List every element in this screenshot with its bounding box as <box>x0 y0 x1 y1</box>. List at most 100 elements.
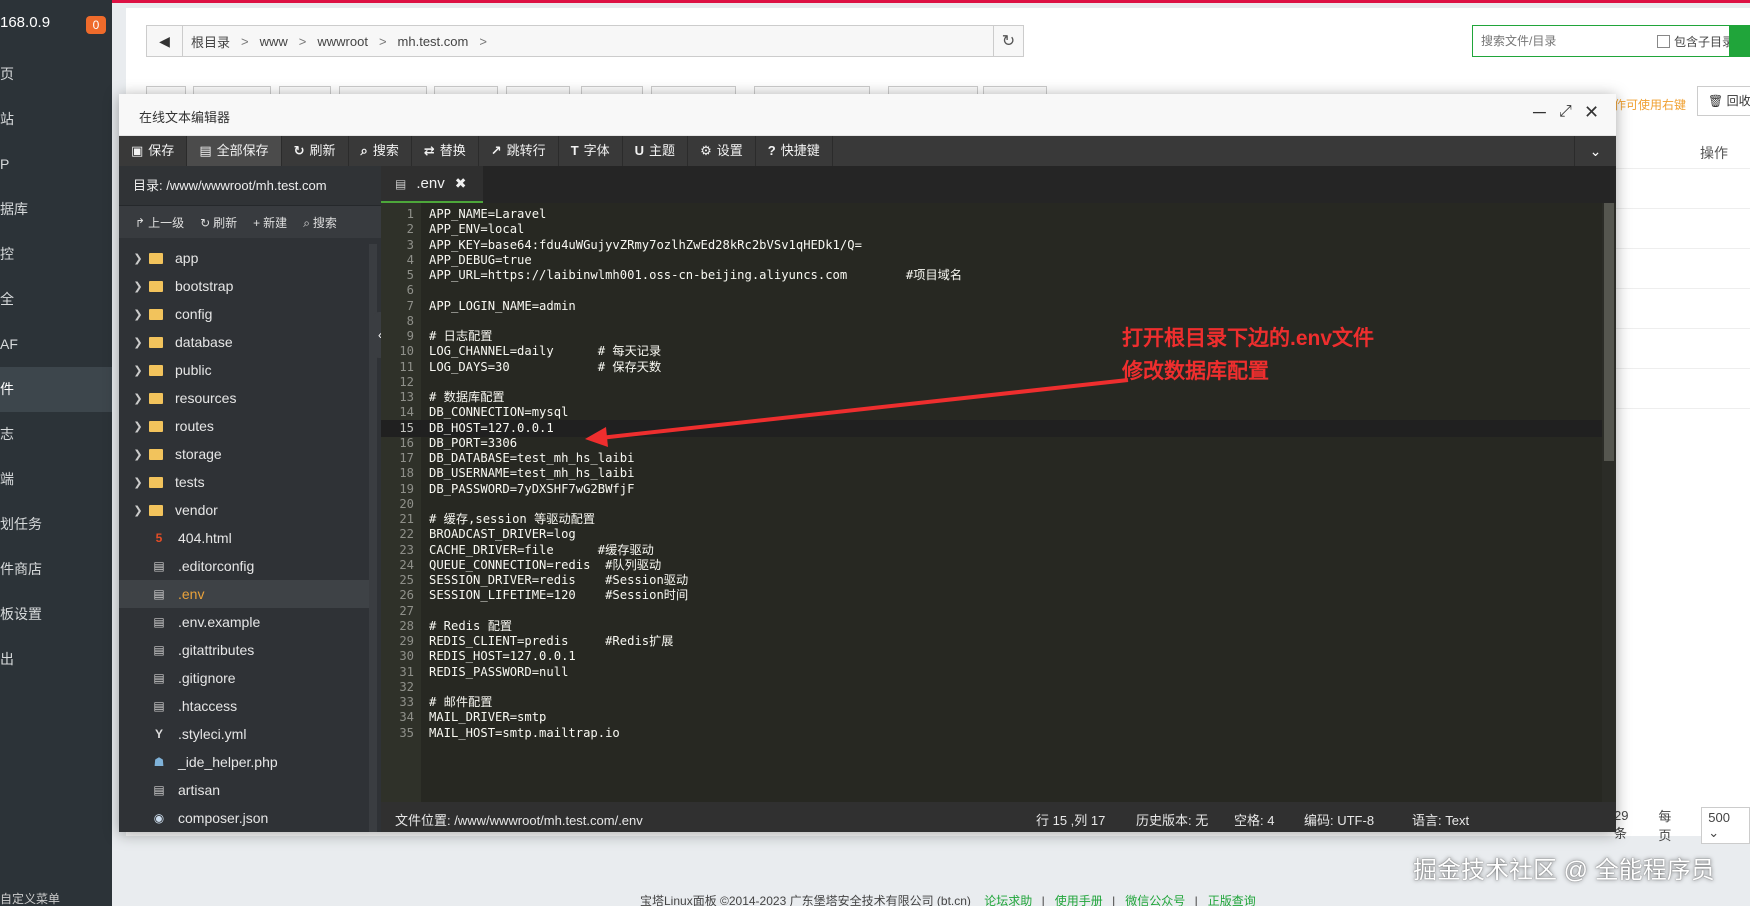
toolbar-settings-button[interactable]: ⚙ 设置 <box>688 136 756 166</box>
file-item[interactable]: ▤ .gitattributes <box>119 636 369 664</box>
folder-item[interactable]: ❯ tests <box>119 468 369 496</box>
folder-item[interactable]: ❯ storage <box>119 440 369 468</box>
close-icon[interactable]: ✕ <box>1584 102 1599 123</box>
sidebar-item[interactable]: 控 <box>0 232 112 277</box>
sidebar-item[interactable]: 全 <box>0 277 112 322</box>
chevron-right-icon[interactable]: ❯ <box>127 448 149 461</box>
chevron-right-icon[interactable]: ❯ <box>127 364 149 377</box>
code-line[interactable]: 35 MAIL_HOST=smtp.mailtrap.io <box>381 725 1616 742</box>
file-item[interactable]: ▤ .gitignore <box>119 664 369 692</box>
folder-item[interactable]: ❯ public <box>119 356 369 384</box>
sidebar-item[interactable]: 件商店 <box>0 547 112 592</box>
file-item[interactable]: ▤ .htaccess <box>119 692 369 720</box>
folder-item[interactable]: ❯ database <box>119 328 369 356</box>
chevron-right-icon[interactable]: ❯ <box>127 252 149 265</box>
toolbar-theme-button[interactable]: U 主题 <box>623 136 689 166</box>
folder-item[interactable]: ❯ config <box>119 300 369 328</box>
include-subdir-checkbox[interactable] <box>1657 34 1670 48</box>
document-icon: ▤ <box>153 643 165 657</box>
code-editor[interactable]: 1 APP_NAME=Laravel 2 APP_ENV=local 3 APP_KEY=… <box>381 203 1616 802</box>
chevron-down-icon[interactable]: ⌄ <box>1574 136 1616 166</box>
sidebar-item[interactable]: 件 <box>0 367 112 412</box>
dir-tool-new-button[interactable]: + 新建 <box>253 214 287 231</box>
folder-icon <box>149 476 163 488</box>
file-item[interactable]: 5 404.html <box>119 524 369 552</box>
sidebar-item[interactable]: 出 <box>0 637 112 682</box>
folder-item[interactable]: ❯ app <box>119 244 369 272</box>
recycle-bin-button[interactable]: 🗑 回收 <box>1697 86 1750 116</box>
language-setting[interactable]: 语言: Text <box>1412 810 1469 829</box>
chevron-right-icon[interactable]: ❯ <box>127 336 149 349</box>
back-button[interactable]: ◀ <box>147 26 183 56</box>
breadcrumb-item[interactable]: 根目录 <box>191 32 230 51</box>
file-item[interactable]: ☗ _ide_helper.php <box>119 748 369 776</box>
sidebar-item[interactable]: AF <box>0 322 112 367</box>
per-page-select[interactable]: 500 ⌄ <box>1701 806 1750 844</box>
file-item[interactable]: ▤ artisan <box>119 776 369 804</box>
cursor-position[interactable]: 行 15 ,列 17 <box>1036 810 1105 829</box>
toolbar-label: 设置 <box>716 143 743 158</box>
toolbar-goto-line-button[interactable]: ↗ 跳转行 <box>479 136 559 166</box>
chevron-right-icon[interactable]: ❯ <box>127 280 149 293</box>
notification-badge[interactable]: 0 <box>86 16 106 34</box>
refresh-path-button[interactable]: ↻ <box>993 26 1023 56</box>
chevron-right-icon[interactable]: ❯ <box>127 420 149 433</box>
editor-scrollbar[interactable] <box>1602 203 1616 802</box>
custom-menu-link[interactable]: 自定义菜单 <box>0 890 60 906</box>
maximize-icon[interactable]: ⤢ <box>1559 103 1572 121</box>
sidebar-item[interactable]: 据库 <box>0 187 112 232</box>
folder-item[interactable]: ❯ resources <box>119 384 369 412</box>
file-item[interactable]: ▤ .editorconfig <box>119 552 369 580</box>
file-tree-toolbar: ↱ 上一级 ↻ 刷新 + 新建 ⌕ 搜索 <box>119 206 381 238</box>
footer-link[interactable]: 微信公众号 <box>1125 894 1185 906</box>
folder-item[interactable]: ❯ vendor <box>119 496 369 524</box>
tab-env[interactable]: ▤ .env ✖ <box>381 166 483 203</box>
sidebar-item[interactable]: 划任务 <box>0 502 112 547</box>
search-submit-button[interactable] <box>1729 25 1749 57</box>
search-icon: ⌕ <box>303 215 310 230</box>
close-tab-icon[interactable]: ✖ <box>455 175 467 192</box>
sidebar-item[interactable]: 板设置 <box>0 592 112 637</box>
chevron-right-icon[interactable]: ❯ <box>127 392 149 405</box>
scrollbar-thumb[interactable] <box>1604 203 1614 461</box>
chevron-right-icon[interactable]: ❯ <box>127 476 149 489</box>
sidebar-item[interactable]: 志 <box>0 412 112 457</box>
dir-tool-search-button[interactable]: ⌕ 搜索 <box>303 214 337 231</box>
dir-tool-label: 上一级 <box>148 215 185 230</box>
breadcrumb-item[interactable]: mh.test.com <box>398 34 469 49</box>
folder-item[interactable]: ❯ routes <box>119 412 369 440</box>
indent-setting[interactable]: 空格: 4 <box>1234 810 1274 829</box>
sidebar-item[interactable]: 页 <box>0 52 112 97</box>
breadcrumb-item[interactable]: wwwroot <box>317 34 368 49</box>
footer-link[interactable]: 论坛求助 <box>984 894 1032 906</box>
footer-link[interactable]: 使用手册 <box>1055 894 1103 906</box>
encoding-setting[interactable]: 编码: UTF-8 <box>1304 810 1374 829</box>
breadcrumb-item[interactable]: www <box>260 34 288 49</box>
toolbar-font-button[interactable]: T 字体 <box>559 136 623 166</box>
toolbar-shortcut-button[interactable]: ? 快捷键 <box>756 136 833 166</box>
sidebar-item[interactable]: P <box>0 142 112 187</box>
history-version[interactable]: 历史版本: 无 <box>1136 810 1208 829</box>
footer-link[interactable]: 正版查询 <box>1208 894 1256 906</box>
theme-icon: U <box>634 143 645 158</box>
sidebar-item[interactable]: 站 <box>0 97 112 142</box>
search-input[interactable] <box>1481 34 1651 48</box>
file-item[interactable]: ▤ .env <box>119 580 369 608</box>
toolbar-save-all-button[interactable]: ▤ 全部保存 <box>187 136 282 166</box>
sidebar-item[interactable]: 端 <box>0 457 112 502</box>
toolbar-replace-button[interactable]: ⇄ 替换 <box>412 136 479 166</box>
toolbar-save-button[interactable]: ▣ 保存 <box>119 136 188 166</box>
chevron-right-icon[interactable]: ❯ <box>127 504 149 517</box>
file-item[interactable]: Y .styleci.yml <box>119 720 369 748</box>
footer-links: 论坛求助 | 使用手册 | 微信公众号 | 正版查询 <box>974 894 1255 906</box>
dir-tool-up-level-button[interactable]: ↱ 上一级 <box>135 214 184 231</box>
file-search: 包含子目录 <box>1472 25 1750 57</box>
toolbar-search-button[interactable]: ⌕ 搜索 <box>349 136 412 166</box>
dir-tool-refresh-button[interactable]: ↻ 刷新 <box>200 214 237 231</box>
file-item[interactable]: ◉ composer.json <box>119 804 369 832</box>
file-item[interactable]: ▤ .env.example <box>119 608 369 636</box>
chevron-right-icon[interactable]: ❯ <box>127 308 149 321</box>
minimize-icon[interactable]: ─ <box>1533 102 1546 123</box>
folder-item[interactable]: ❯ bootstrap <box>119 272 369 300</box>
toolbar-refresh-button[interactable]: ↻ 刷新 <box>282 136 349 166</box>
